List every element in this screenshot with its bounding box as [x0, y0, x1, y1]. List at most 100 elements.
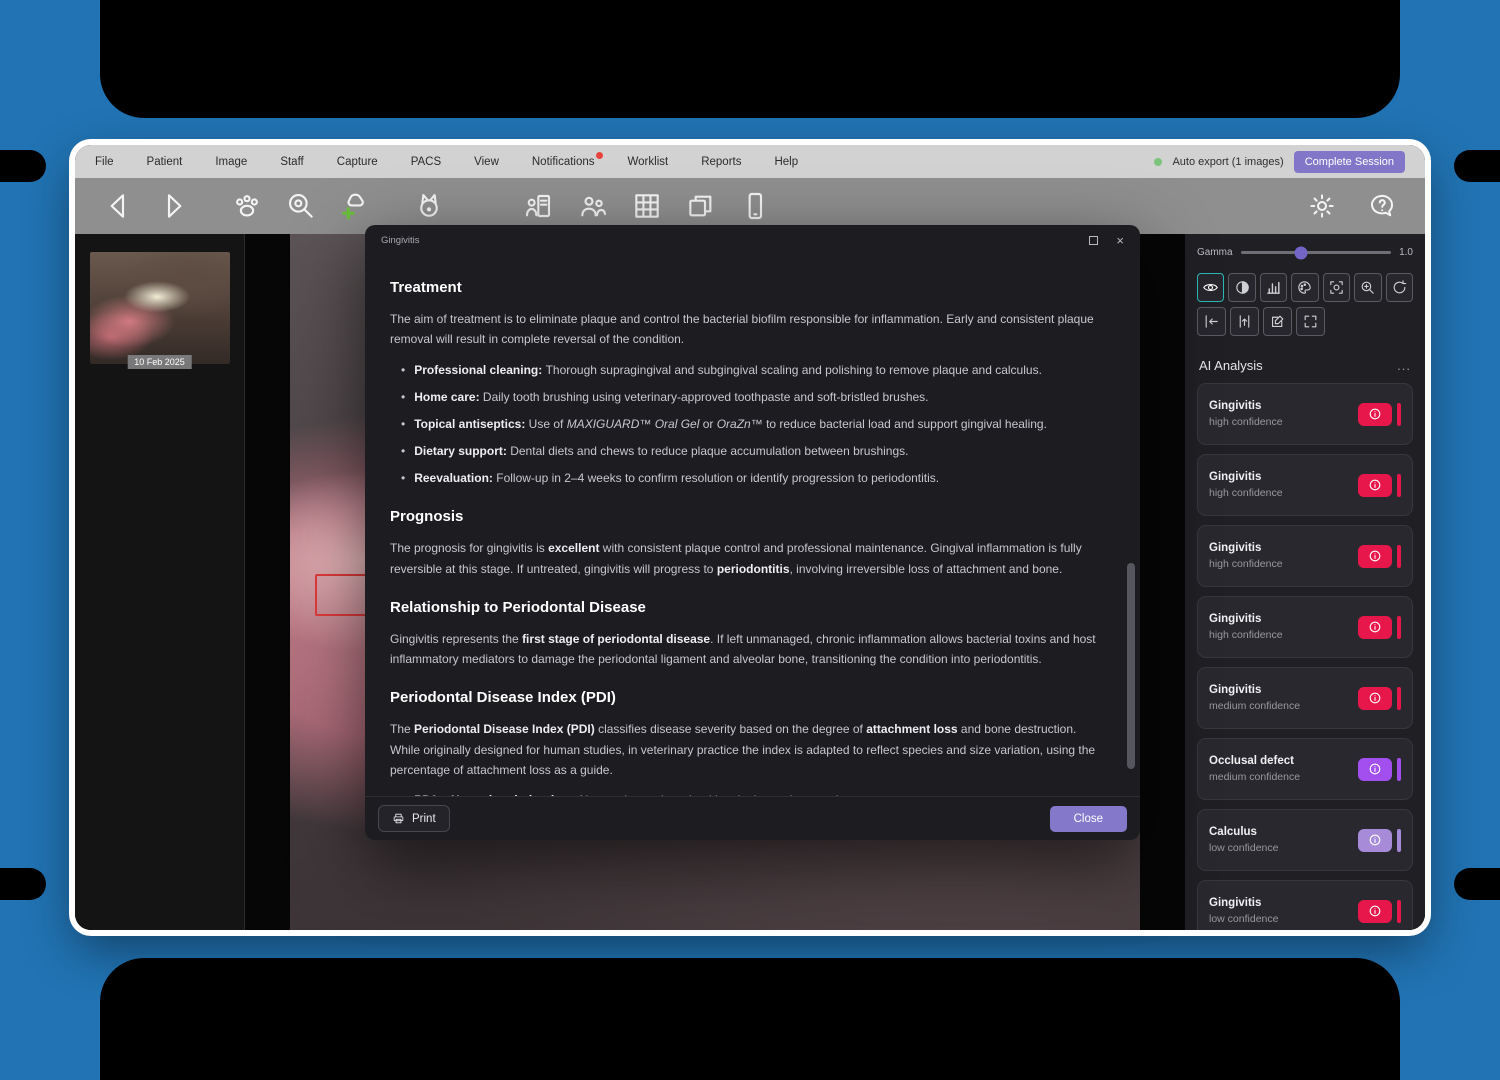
dialog-scrollbar[interactable] [1127, 261, 1135, 790]
section-heading: Prognosis [390, 504, 1098, 529]
text-run: Dental diets and chews to reduce plaque … [510, 444, 908, 458]
finding-actions [1358, 403, 1401, 426]
dialog-title: Gingivitis [381, 235, 420, 246]
gamma-slider[interactable] [1241, 251, 1392, 254]
info-icon [1368, 620, 1382, 634]
menu-item-file[interactable]: File [95, 156, 114, 168]
back-button[interactable] [103, 190, 135, 222]
ai-finding-card[interactable]: Gingivitishigh confidence [1197, 596, 1413, 658]
search-patient-button[interactable] [285, 190, 317, 222]
menu-item-image[interactable]: Image [215, 156, 247, 168]
close-dialog-button[interactable]: × [1116, 233, 1124, 248]
finding-info-button[interactable] [1358, 900, 1392, 923]
ai-finding-card[interactable]: Occlusal defectmedium confidence [1197, 738, 1413, 800]
menu-item-help[interactable]: Help [774, 156, 798, 168]
info-icon [1368, 691, 1382, 705]
contrast-tool-button[interactable] [1228, 273, 1255, 302]
patient-record-button[interactable] [523, 190, 555, 222]
ai-analysis-menu-button[interactable]: ... [1397, 358, 1411, 373]
auto-export-status-dot [1154, 158, 1162, 166]
ai-findings-list: Gingivitishigh confidence Gingivitishigh … [1197, 383, 1413, 930]
maximize-button[interactable] [1089, 236, 1098, 245]
flip-horizontal-tool-button[interactable] [1197, 307, 1226, 336]
dialog-scrollbar-thumb[interactable] [1127, 563, 1135, 769]
rotate-tool-button[interactable] [1386, 273, 1413, 302]
ai-finding-card[interactable]: Gingivitishigh confidence [1197, 383, 1413, 445]
toolbar-group [103, 190, 189, 222]
ai-finding-text: Gingivitismedium confidence [1209, 684, 1300, 712]
bullet-dot: • [401, 414, 405, 434]
decor-tab [0, 868, 46, 900]
ai-finding-card[interactable]: Gingivitislow confidence [1197, 880, 1413, 930]
ai-finding-text: Gingivitishigh confidence [1209, 471, 1283, 499]
finding-color-bar [1397, 545, 1401, 568]
finding-info-button[interactable] [1358, 403, 1392, 426]
menubar-right: Auto export (1 images) Complete Session [1154, 151, 1405, 173]
finding-info-button[interactable] [1358, 687, 1392, 710]
text-run: Daily tooth brushing using veterinary-ap… [483, 390, 929, 404]
text-run: The [390, 722, 414, 736]
eye-tool-button[interactable] [1197, 273, 1224, 302]
ai-analysis-title: AI Analysis [1199, 358, 1263, 373]
ai-finding-card[interactable]: Gingivitishigh confidence [1197, 525, 1413, 587]
forward-button[interactable] [157, 190, 189, 222]
menu-item-worklist[interactable]: Worklist [628, 156, 669, 168]
dog-face-button[interactable] [413, 190, 445, 222]
edit-tool-button[interactable] [1263, 307, 1292, 336]
finding-actions [1358, 900, 1401, 923]
gamma-slider-thumb[interactable] [1294, 246, 1307, 259]
zoom-in-tool-button[interactable] [1354, 273, 1381, 302]
info-icon [1368, 407, 1382, 421]
close-button[interactable]: Close [1050, 806, 1127, 832]
help-button[interactable] [1367, 191, 1397, 221]
complete-session-button[interactable]: Complete Session [1294, 151, 1405, 173]
histogram-tool-button[interactable] [1260, 273, 1287, 302]
toolbar-group [231, 190, 371, 222]
text-run: Topical antiseptics: [414, 417, 528, 431]
thumbnail-photo[interactable] [90, 252, 230, 364]
text-run: attachment loss [866, 722, 957, 736]
ai-finding-card[interactable]: Gingivitishigh confidence [1197, 454, 1413, 516]
ai-finding-card[interactable]: Calculuslow confidence [1197, 809, 1413, 871]
users-button[interactable] [577, 190, 609, 222]
finding-info-button[interactable] [1358, 474, 1392, 497]
text-run: Gingivitis represents the [390, 632, 522, 646]
add-patient-button[interactable] [339, 190, 371, 222]
palette-tool-button[interactable] [1291, 273, 1318, 302]
ai-finding-text: Gingivitishigh confidence [1209, 542, 1283, 570]
finding-color-bar [1397, 829, 1401, 852]
menu-item-staff[interactable]: Staff [280, 156, 303, 168]
detect-tool-button[interactable] [1323, 273, 1350, 302]
finding-info-button[interactable] [1358, 616, 1392, 639]
menu-item-patient[interactable]: Patient [147, 156, 183, 168]
settings-button[interactable] [1307, 191, 1337, 221]
fullscreen-tool-button[interactable] [1296, 307, 1325, 336]
menu-item-reports[interactable]: Reports [701, 156, 741, 168]
mobile-button[interactable] [739, 190, 771, 222]
menu-item-view[interactable]: View [474, 156, 499, 168]
text-run: Follow-up in 2–4 weeks to confirm resolu… [496, 471, 939, 485]
paw-button[interactable] [231, 190, 263, 222]
image-thumbnail[interactable]: 10 Feb 2025 [90, 252, 230, 364]
text-run: , involving irreversible loss of attachm… [790, 562, 1063, 576]
menu-items: File Patient Image Staff Capture PACS View Noti… [95, 156, 798, 168]
image-stack-button[interactable] [685, 190, 717, 222]
bullet-item: •PD0 – Normal periodontium: No attachmen… [390, 790, 1098, 796]
image-tools [1197, 273, 1413, 341]
finding-info-button[interactable] [1358, 545, 1392, 568]
finding-info-button[interactable] [1358, 829, 1392, 852]
info-icon [1368, 833, 1382, 847]
menu-item-pacs[interactable]: PACS [411, 156, 441, 168]
finding-info-button[interactable] [1358, 758, 1392, 781]
bullet-dot: • [401, 468, 405, 488]
menu-item-capture[interactable]: Capture [337, 156, 378, 168]
image-stack-icon [685, 190, 717, 222]
ai-finding-text: Gingivitishigh confidence [1209, 613, 1283, 641]
flip-vertical-tool-button[interactable] [1230, 307, 1259, 336]
grid-icon [631, 190, 663, 222]
menu-item-notifications[interactable]: Notifications [532, 156, 595, 168]
print-button[interactable]: Print [378, 805, 450, 832]
tool-row [1197, 273, 1413, 302]
grid-button[interactable] [631, 190, 663, 222]
ai-finding-card[interactable]: Gingivitismedium confidence [1197, 667, 1413, 729]
